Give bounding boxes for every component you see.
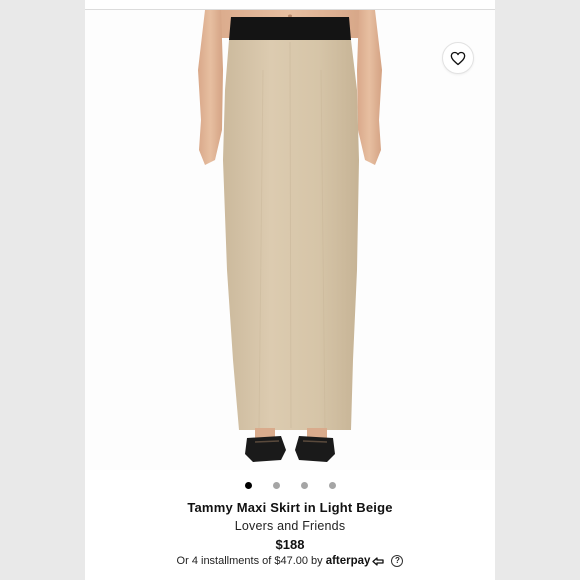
afterpay-wordmark: afterpay: [325, 555, 371, 567]
installments-text: Or 4 installments of $47.00 by: [176, 555, 323, 567]
afterpay-arrows-icon: [372, 556, 385, 566]
question-circle-icon[interactable]: ?: [391, 555, 404, 567]
carousel-dot-4[interactable]: [328, 482, 336, 489]
product-title: Tammy Maxi Skirt in Light Beige: [187, 500, 393, 515]
carousel-dot-3[interactable]: [300, 482, 308, 489]
afterpay-logo: afterpay: [326, 555, 386, 567]
carousel-dot-2[interactable]: [272, 482, 280, 489]
carousel-dots: [85, 482, 495, 489]
product-image[interactable]: [85, 10, 495, 470]
product-card: Tammy Maxi Skirt in Light Beige Lovers a…: [85, 0, 495, 580]
product-brand[interactable]: Lovers and Friends: [85, 519, 495, 533]
heart-icon: [450, 51, 466, 65]
product-price: $188: [275, 537, 305, 552]
installments-info: Or 4 installments of $47.00 by afterpay …: [85, 555, 495, 567]
favorite-button[interactable]: [442, 42, 474, 74]
carousel-dot-1[interactable]: [244, 482, 252, 489]
skirt-photo: [198, 10, 382, 462]
